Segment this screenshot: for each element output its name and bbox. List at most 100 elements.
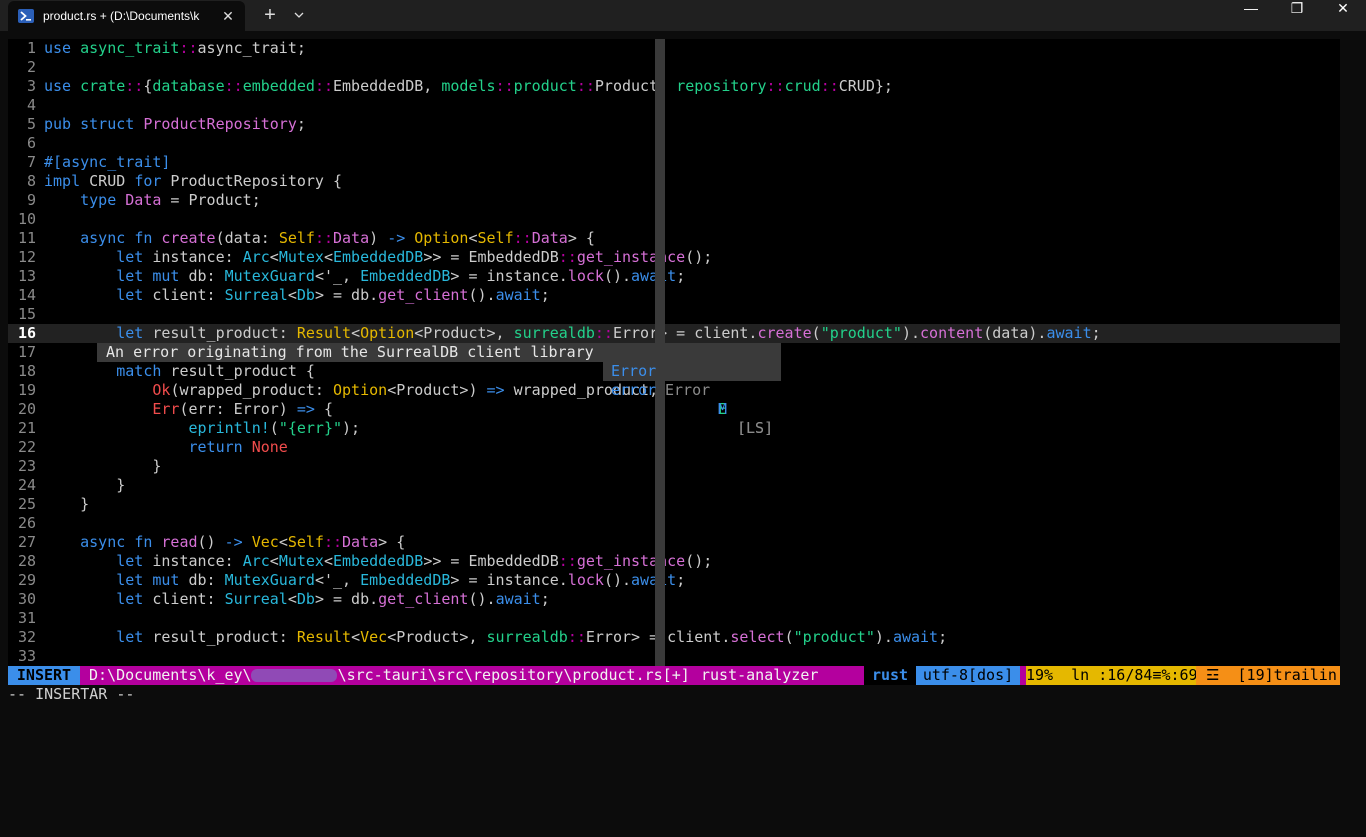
line-code[interactable]: impl CRUD for ProductRepository { xyxy=(44,172,342,191)
code-line[interactable]: 27 async fn read() -> Vec<Self::Data> { xyxy=(8,533,1340,552)
line-code[interactable]: #[async_trait] xyxy=(44,153,170,172)
line-number: 25 xyxy=(17,495,36,513)
code-line[interactable]: 25 } xyxy=(8,495,1340,514)
code-line[interactable]: 30 let client: Surreal<Db> = db.get_clie… xyxy=(8,590,1340,609)
line-code[interactable]: return None xyxy=(44,438,288,457)
code-line[interactable]: 3 use crate::{database::embedded::Embedde… xyxy=(8,77,1340,96)
line-code[interactable]: use crate::{database::embedded::Embedded… xyxy=(44,77,893,96)
redaction-blur xyxy=(251,669,337,682)
file-encoding: utf-8[dos] xyxy=(916,666,1020,685)
line-number: 33 xyxy=(17,647,36,665)
code-editor[interactable]: 1 use async_trait::async_trait; 2 3 use crat… xyxy=(8,39,1340,666)
code-line[interactable]: 10 xyxy=(8,210,1340,229)
line-code[interactable]: } xyxy=(44,476,125,495)
code-line[interactable]: 28 let instance: Arc<Mutex<EmbeddedDB>> … xyxy=(8,552,1340,571)
line-number: 4 xyxy=(26,96,36,114)
code-line[interactable]: 7 #[async_trait] xyxy=(8,153,1340,172)
code-line[interactable]: 2 xyxy=(8,58,1340,77)
code-line[interactable]: 23 } xyxy=(8,457,1340,476)
line-code[interactable]: let instance: Arc<Mutex<EmbeddedDB>> = E… xyxy=(44,552,712,571)
code-line[interactable]: 12 let instance: Arc<Mutex<EmbeddedDB>> … xyxy=(8,248,1340,267)
line-number: 8 xyxy=(26,172,36,190)
code-line[interactable]: 26 xyxy=(8,514,1340,533)
file-path-prefix: D:\Documents\k_ey\ xyxy=(89,666,252,684)
code-line[interactable]: 4 xyxy=(8,96,1340,115)
code-line[interactable]: 22 return None xyxy=(8,438,1340,457)
code-line[interactable]: 24 } xyxy=(8,476,1340,495)
code-line[interactable]: 14 let client: Surreal<Db> = db.get_clie… xyxy=(8,286,1340,305)
code-line[interactable]: 21 eprintln!("{err}"); xyxy=(8,419,1340,438)
line-code[interactable]: use async_trait::async_trait; xyxy=(44,39,306,58)
line-code[interactable]: let client: Surreal<Db> = db.get_client(… xyxy=(44,286,550,305)
line-code[interactable]: let mut db: MutexGuard<'_, EmbeddedDB> =… xyxy=(44,267,685,286)
line-number: 23 xyxy=(17,457,36,475)
mode-indicator: INSERT xyxy=(8,666,80,685)
diagnostics-warning: ☲ [19]trailin xyxy=(1196,666,1340,685)
close-window-button[interactable]: ✕ xyxy=(1320,0,1366,31)
line-number: 28 xyxy=(17,552,36,570)
code-line[interactable]: 8 impl CRUD for ProductRepository { xyxy=(8,172,1340,191)
code-line[interactable]: 32 let result_product: Result<Vec<Produc… xyxy=(8,628,1340,647)
line-code[interactable]: let mut db: MutexGuard<'_, EmbeddedDB> =… xyxy=(44,571,685,590)
line-number: 30 xyxy=(17,590,36,608)
line-number: 14 xyxy=(17,286,36,304)
new-tab-button[interactable]: + xyxy=(258,4,282,26)
completion-menu[interactable]: Error Error E [LS] error M [LS] xyxy=(603,343,781,437)
code-line[interactable]: 16 let result_product: Result<Option<Pro… xyxy=(8,324,1340,343)
maximize-button[interactable]: ❐ xyxy=(1274,0,1320,31)
line-code[interactable]: Err(err: Error) => { xyxy=(44,400,333,419)
completion-item[interactable]: error M [LS] xyxy=(603,362,781,437)
line-number: 10 xyxy=(17,210,36,228)
file-path: D:\Documents\k_ey\ \src-tauri\src\reposit… xyxy=(89,666,690,685)
line-number: 9 xyxy=(26,191,36,209)
code-line[interactable]: 31 xyxy=(8,609,1340,628)
cursor-position: 19% ln :16/84≡%:69 xyxy=(1026,666,1198,685)
code-line[interactable]: 6 xyxy=(8,134,1340,153)
line-number: 19 xyxy=(17,381,36,399)
code-line[interactable]: 5 pub struct ProductRepository; xyxy=(8,115,1340,134)
line-code[interactable]: async fn create(data: Self::Data) -> Opt… xyxy=(44,229,595,248)
line-code[interactable]: let result_product: Result<Vec<Product>,… xyxy=(44,628,947,647)
line-number: 20 xyxy=(17,400,36,418)
code-line[interactable]: 15 xyxy=(8,305,1340,324)
code-line[interactable]: 33 xyxy=(8,647,1340,666)
line-number: 16 xyxy=(17,324,36,342)
hover-hint: An error originating from the SurrealDB … xyxy=(97,343,603,362)
completion-item[interactable]: Error Error E [LS] xyxy=(603,343,781,437)
line-code[interactable]: let result_product: Result<Option<Produc… xyxy=(44,324,1100,343)
minimize-button[interactable]: — xyxy=(1228,0,1274,31)
file-path-suffix: \src-tauri\src\repository\product.rs[+] xyxy=(337,666,690,684)
command-line[interactable]: -- INSERTAR -- xyxy=(8,685,134,703)
line-code[interactable]: async fn read() -> Vec<Self::Data> { xyxy=(44,533,405,552)
line-code[interactable]: let instance: Arc<Mutex<EmbeddedDB>> = E… xyxy=(44,248,712,267)
status-line: INSERT D:\Documents\k_ey\ \src-tauri\src\… xyxy=(8,666,1340,685)
line-number: 24 xyxy=(17,476,36,494)
code-line[interactable]: 20 Err(err: Error) => { xyxy=(8,400,1340,419)
line-number: 6 xyxy=(26,134,36,152)
code-line[interactable]: 13 let mut db: MutexGuard<'_, EmbeddedDB… xyxy=(8,267,1340,286)
line-code[interactable]: pub struct ProductRepository; xyxy=(44,115,306,134)
terminal-tab[interactable]: product.rs + (D:\Documents\k ✕ xyxy=(8,1,245,31)
code-line[interactable]: 1 use async_trait::async_trait; xyxy=(8,39,1340,58)
line-code[interactable]: } xyxy=(44,457,161,476)
lsp-status: rust-analyzer xyxy=(701,666,819,684)
code-line[interactable]: 11 async fn create(data: Self::Data) -> … xyxy=(8,229,1340,248)
line-number: 31 xyxy=(17,609,36,627)
line-code[interactable]: eprintln!("{err}"); xyxy=(44,419,361,438)
line-code[interactable]: type Data = Product; xyxy=(44,191,261,210)
line-code[interactable]: match result_product { xyxy=(44,362,315,381)
line-number: 13 xyxy=(17,267,36,285)
line-code[interactable]: let client: Surreal<Db> = db.get_client(… xyxy=(44,590,550,609)
powershell-icon xyxy=(18,9,34,23)
line-number: 32 xyxy=(17,628,36,646)
tab-close-icon[interactable]: ✕ xyxy=(217,5,239,27)
code-line[interactable]: 9 type Data = Product; xyxy=(8,191,1340,210)
chevron-down-icon[interactable] xyxy=(289,4,309,26)
line-code[interactable]: } xyxy=(44,495,89,514)
line-code[interactable]: Ok(wrapped_product: Option<Product>) => … xyxy=(44,381,658,400)
line-number: 22 xyxy=(17,438,36,456)
line-number: 12 xyxy=(17,248,36,266)
line-number: 1 xyxy=(26,39,36,57)
code-line[interactable]: 29 let mut db: MutexGuard<'_, EmbeddedDB… xyxy=(8,571,1340,590)
title-bar: product.rs + (D:\Documents\k ✕ + — ❐ ✕ xyxy=(0,0,1366,31)
